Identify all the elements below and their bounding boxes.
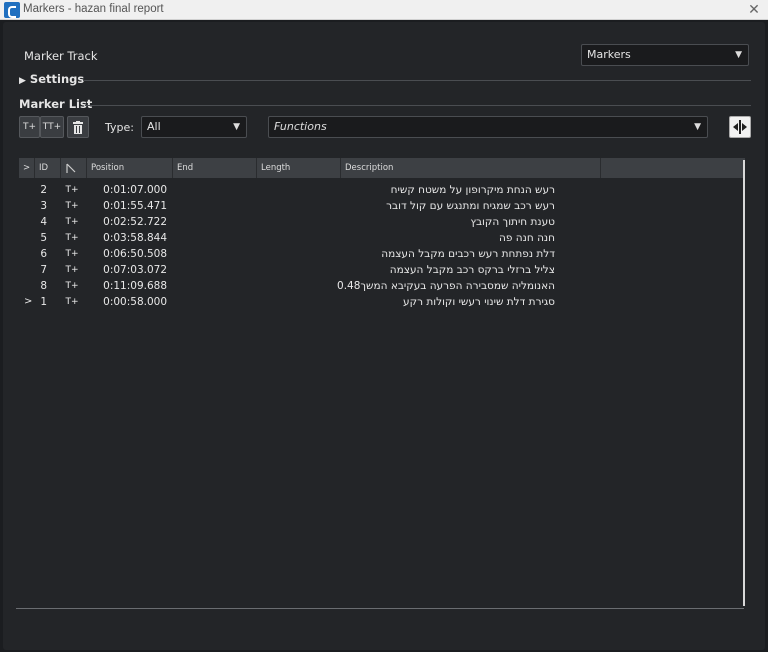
marker-id: 8 [40, 280, 47, 292]
add-marker-button[interactable]: T+ [19, 116, 40, 138]
add-cycle-marker-button[interactable]: TT+ [40, 116, 64, 138]
marker-track-select[interactable]: Markers ▼ [581, 44, 749, 66]
marker-track-select-value: Markers [587, 48, 631, 61]
table-row[interactable]: 2 T+ 0:01:07.000 רעש הנחת מיקרופון על מש… [19, 182, 745, 198]
marker-id: 1 [40, 296, 47, 308]
marker-type-icon: T+ [65, 249, 79, 259]
marker-position[interactable]: 0:06:50.508 [89, 246, 167, 262]
type-select[interactable]: All ▼ [141, 116, 247, 138]
marker-description[interactable]: טענת חיתוך הקובץ [295, 214, 555, 230]
functions-select-value: Functions [274, 120, 327, 133]
type-select-value: All [147, 120, 161, 133]
marker-id: 2 [40, 184, 47, 196]
table-row[interactable]: 6 T+ 0:06:50.508 דלת נפתחת רעש רכבים מקב… [19, 246, 745, 262]
type-label: Type: [105, 121, 134, 134]
locate-icon [733, 120, 747, 134]
vertical-scrollbar[interactable] [743, 160, 745, 606]
column-header-position[interactable]: Position [87, 158, 173, 178]
marker-list-toolbar: T+ TT+ Type: All ▼ Functions ▼ [19, 116, 751, 140]
column-header-type[interactable] [61, 158, 87, 178]
table-row[interactable]: 8 T+ 0:11:09.688 האנומליה שמסבירה הפרעה … [19, 278, 745, 294]
marker-description[interactable]: חנה חנה פה [295, 230, 555, 246]
marker-type-icon: T+ [65, 185, 79, 195]
marker-type-icon: T+ [65, 233, 79, 243]
column-header-length[interactable]: Length [257, 158, 341, 178]
marker-position[interactable]: 0:01:55.471 [89, 198, 167, 214]
marker-id: 5 [40, 232, 47, 244]
functions-select[interactable]: Functions ▼ [268, 116, 708, 138]
marker-panel: Marker Track Markers ▼ ▶ Settings Marker … [3, 22, 765, 650]
column-header-active[interactable]: > [19, 158, 35, 178]
divider [85, 105, 751, 106]
marker-list-label: Marker List [19, 97, 93, 111]
column-header-end[interactable]: End [173, 158, 257, 178]
marker-type-icon: T+ [65, 281, 79, 291]
marker-id: 3 [40, 200, 47, 212]
table-row[interactable]: 7 T+ 0:07:03.072 צליל ברזלי ברקס רכב מקב… [19, 262, 745, 278]
settings-section-header[interactable]: ▶ Settings [19, 72, 751, 88]
table-row[interactable]: 4 T+ 0:02:52.722 טענת חיתוך הקובץ [19, 214, 745, 230]
table-row[interactable]: 3 T+ 0:01:55.471 רעש רכב שמגיח ומתנגש עם… [19, 198, 745, 214]
marker-track-label: Marker Track [24, 49, 98, 63]
markers-window: Markers - hazan final report ✕ Marker Tr… [0, 0, 768, 652]
table-row[interactable]: 5 T+ 0:03:58.844 חנה חנה פה [19, 230, 745, 246]
marker-position[interactable]: 0:00:58.000 [89, 294, 167, 310]
column-header-description[interactable]: Description [341, 158, 601, 178]
marker-id: 6 [40, 248, 47, 260]
marker-description[interactable]: רעש הנחת מיקרופון על משטח קשיח [295, 182, 555, 198]
marker-description[interactable]: רעש רכב שמגיח ומתנגש עם קול דובר [295, 198, 555, 214]
column-header-id[interactable]: ID [35, 158, 61, 178]
marker-type-icon: T+ [65, 217, 79, 227]
locate-button[interactable] [729, 116, 751, 138]
column-header-filler [601, 158, 745, 178]
marker-type-icon: T+ [65, 297, 79, 307]
bottom-divider [16, 608, 744, 609]
marker-description[interactable]: סגירת דלת שינוי רעשי וקולות רקע [295, 294, 555, 310]
marker-position[interactable]: 0:11:09.688 [89, 278, 167, 294]
chevron-down-icon: ▼ [735, 50, 742, 60]
marker-position[interactable]: 0:03:58.844 [89, 230, 167, 246]
delete-marker-button[interactable] [67, 116, 89, 138]
marker-position[interactable]: 0:07:03.072 [89, 262, 167, 278]
marker-type-icon: T+ [65, 265, 79, 275]
settings-label: Settings [29, 72, 85, 86]
marker-type-icon [66, 163, 76, 173]
marker-type-icon: T+ [65, 201, 79, 211]
divider [83, 80, 751, 81]
marker-position[interactable]: 0:02:52.722 [89, 214, 167, 230]
marker-id: 7 [40, 264, 47, 276]
marker-id: 4 [40, 216, 47, 228]
marker-description[interactable]: צליל ברזלי ברקס רכב מקבל העצמה [295, 262, 555, 278]
chevron-down-icon: ▼ [694, 122, 701, 132]
expand-arrow-icon: ▶ [19, 76, 26, 86]
marker-description[interactable]: האנומליה שמסבירה הפרעה בעקיבא המשך0.48 [295, 278, 555, 294]
table-row[interactable]: > 1 T+ 0:00:58.000 סגירת דלת שינוי רעשי … [19, 294, 745, 310]
trash-icon [73, 121, 83, 134]
chevron-down-icon: ▼ [233, 122, 240, 132]
marker-position[interactable]: 0:01:07.000 [89, 182, 167, 198]
marker-table-header: > ID Position End Length Description [19, 158, 745, 178]
marker-list-section-header: Marker List [19, 97, 751, 113]
marker-description[interactable]: דלת נפתחת רעש רכבים מקבל העצמה [295, 246, 555, 262]
